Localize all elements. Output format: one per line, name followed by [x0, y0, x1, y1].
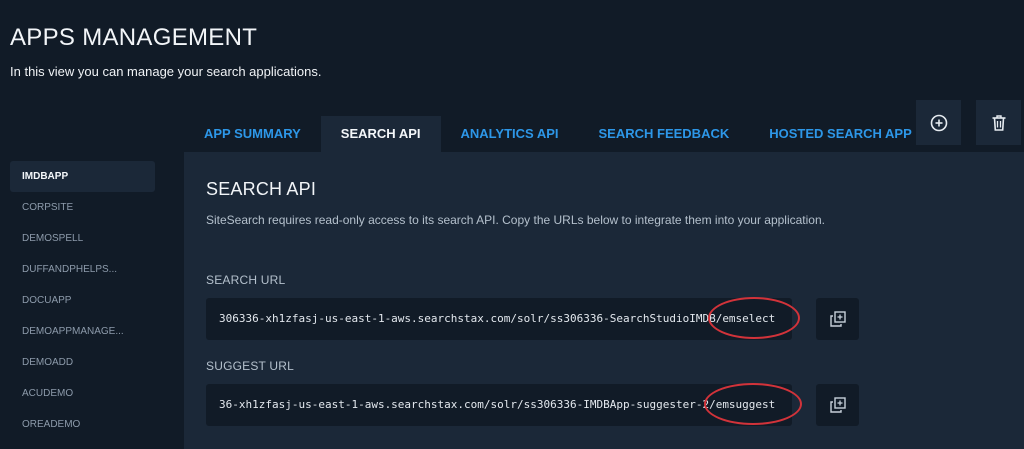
sidebar-item-demoappmanage[interactable]: DEMOAPPMANAGE...: [10, 316, 155, 347]
tab-analytics-api[interactable]: ANALYTICS API: [441, 116, 579, 152]
tab-app-summary[interactable]: APP SUMMARY: [184, 116, 321, 152]
sidebar-item-oreademo[interactable]: OREADEMO: [10, 409, 155, 440]
suggest-url-field[interactable]: 36-xh1zfasj-us-east-1-aws.searchstax.com…: [206, 384, 792, 426]
search-api-panel: SEARCH API SiteSearch requires read-only…: [184, 152, 1024, 449]
plus-circle-icon: [930, 114, 947, 131]
delete-app-button[interactable]: [976, 100, 1021, 145]
tab-bar: APP SUMMARY SEARCH API ANALYTICS API SEA…: [184, 116, 932, 152]
copy-search-url-button[interactable]: [816, 298, 859, 340]
panel-description: SiteSearch requires read-only access to …: [206, 213, 825, 227]
panel-title: SEARCH API: [206, 179, 317, 199]
sidebar-item-acudemo[interactable]: ACUDEMO: [10, 378, 155, 409]
page-title: APPS MANAGEMENT: [10, 24, 258, 51]
sidebar-item-duffandphelps[interactable]: DUFFANDPHELPS...: [10, 254, 155, 285]
tab-hosted-search-app[interactable]: HOSTED SEARCH APP: [749, 116, 932, 152]
sidebar-item-imdbapp[interactable]: IMDBAPP: [10, 161, 155, 192]
copy-icon: [829, 311, 846, 327]
sidebar-item-demoadd[interactable]: DEMOADD: [10, 347, 155, 378]
sidebar-item-corpsite[interactable]: CORPSITE: [10, 192, 155, 223]
search-url-field[interactable]: 306336-xh1zfasj-us-east-1-aws.searchstax…: [206, 298, 792, 340]
page-subtitle: In this view you can manage your search …: [10, 64, 322, 79]
sidebar-item-demospell[interactable]: DEMOSPELL: [10, 223, 155, 254]
tab-search-api[interactable]: SEARCH API: [320, 116, 441, 152]
sidebar-item-docuapp[interactable]: DOCUAPP: [10, 285, 155, 316]
trash-icon: [992, 114, 1005, 131]
search-url-label: SEARCH URL: [206, 273, 286, 287]
suggest-url-label: SUGGEST URL: [206, 359, 294, 373]
add-app-button[interactable]: [916, 100, 961, 145]
tab-search-feedback[interactable]: SEARCH FEEDBACK: [579, 116, 750, 152]
copy-suggest-url-button[interactable]: [816, 384, 859, 426]
app-list-sidebar: IMDBAPP CORPSITE DEMOSPELL DUFFANDPHELPS…: [10, 161, 155, 440]
copy-icon: [829, 397, 846, 413]
